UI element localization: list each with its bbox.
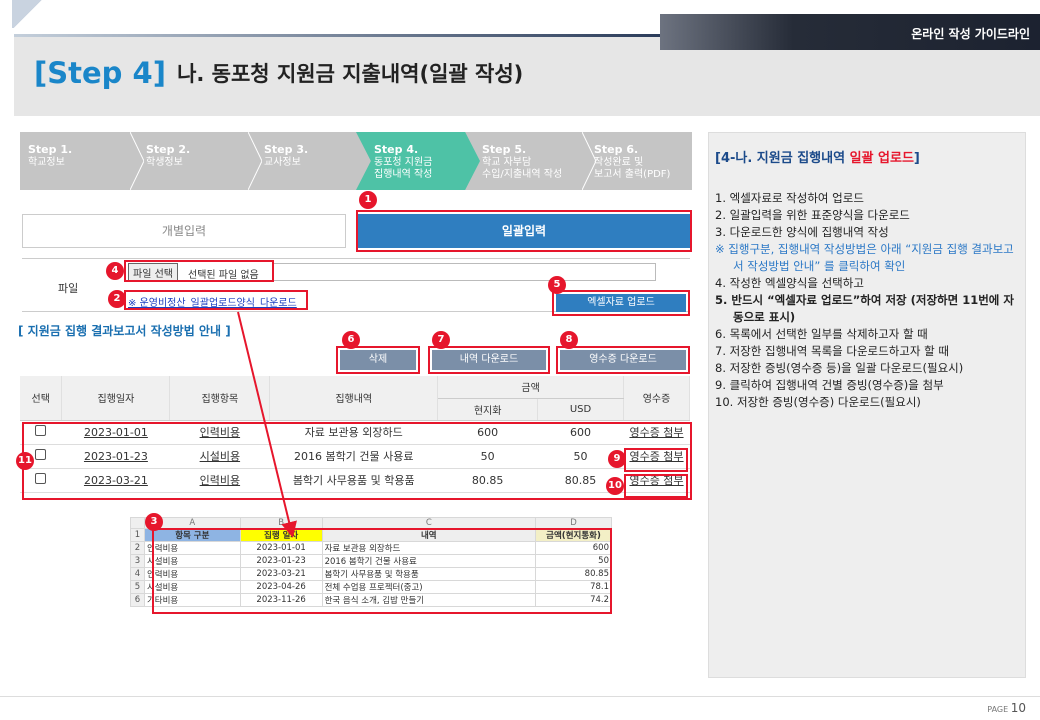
badge-7: 7 — [432, 331, 450, 349]
page-subtitle: 나. 동포청 지원금 지출내역(일괄 작성) — [177, 62, 524, 86]
highlight-bulk-tab — [356, 210, 692, 252]
file-label: 파일 — [58, 282, 79, 295]
highlight-template-link — [124, 290, 308, 310]
file-path-box — [272, 263, 656, 281]
highlight-table-rows — [22, 422, 692, 500]
badge-3: 3 — [145, 513, 163, 531]
step-label: [Step 4] — [34, 56, 166, 90]
col-detail: 집행내역 — [269, 376, 439, 421]
step-4-active[interactable]: Step 4. 동포청 지원금 집행내역 작성 — [356, 132, 480, 190]
col-receipt: 영수증 — [623, 376, 690, 421]
panel-line: 9. 클릭하여 집행내역 건별 증빙(영수증)을 첨부 — [715, 378, 944, 392]
panel-line: 7. 저장한 집행내역 목록을 다운로드하고자 할 때 — [715, 344, 949, 358]
panel-line: 8. 저장한 증빙(영수증 등)을 일괄 다운로드(필요시) — [715, 361, 964, 375]
step-1[interactable]: Step 1. 학교정보 — [20, 132, 132, 190]
step-5[interactable]: Step 5. 학교 자부담 수입/지출내역 작성 — [482, 132, 594, 190]
badge-4: 4 — [106, 262, 124, 280]
badge-6: 6 — [342, 331, 360, 349]
col-item: 집행항목 — [169, 376, 271, 421]
highlight-download-list — [428, 346, 550, 374]
highlight-file-choose — [124, 260, 274, 282]
panel-line: 5. 반드시 “엑셀자료 업로드”하여 저장 (저장하면 11번에 자동으로 표… — [715, 293, 1014, 324]
step-progress-bar: Step 1. 학교정보 Step 2. 학생정보 Step 3. 교사정보 Step… — [20, 132, 692, 190]
badge-5: 5 — [548, 276, 566, 294]
guide-link[interactable]: [ 지원금 집행 결과보고서 작성방법 안내 ] — [18, 322, 231, 339]
col-usd: USD — [537, 398, 625, 421]
instruction-panel: [4-나. 지원금 집행내역 일괄 업로드] 1. 엑셀자료로 작성하여 업로드… — [708, 132, 1026, 678]
chevron-icon — [130, 132, 144, 190]
panel-note: ※ 집행구분, 집행내역 작성방법은 아래 “지원금 집행 결과보고서 작성방법… — [715, 242, 1014, 273]
panel-line: 10. 저장한 증빙(영수증) 다운로드(필요시) — [715, 395, 921, 409]
col-select: 선택 — [20, 376, 63, 421]
tab-individual-input[interactable]: 개별입력 — [22, 214, 346, 248]
badge-1: 1 — [359, 191, 377, 209]
excel-col-c: C — [321, 517, 537, 529]
page-number: PAGE 10 — [987, 701, 1026, 715]
step-2[interactable]: Step 2. 학생정보 — [146, 132, 258, 190]
step-6[interactable]: Step 6. 작성완료 및 보고서 출력(PDF) — [594, 132, 692, 190]
badge-9: 9 — [608, 450, 626, 468]
panel-line: 1. 엑셀자료로 작성하여 업로드 — [715, 191, 864, 205]
highlight-excel — [152, 528, 612, 614]
panel-line: 4. 작성한 엑셀양식을 선택하고 — [715, 276, 864, 290]
badge-8: 8 — [560, 331, 578, 349]
highlight-download-receipt — [556, 346, 690, 374]
chevron-icon — [248, 132, 262, 190]
highlight-receipt-attach — [624, 448, 688, 472]
col-date: 집행일자 — [61, 376, 171, 421]
panel-line: 6. 목록에서 선택한 일부를 삭제하고자 할 때 — [715, 327, 928, 341]
guide-tag: 온라인 작성 가이드라인 — [660, 14, 1040, 50]
badge-11: 11 — [16, 452, 34, 470]
panel-title: [4-나. 지원금 집행내역 일괄 업로드] — [715, 151, 920, 166]
panel-line: 3. 다운로드한 양식에 집행내역 작성 — [715, 225, 889, 239]
col-amount: 금액 — [437, 376, 625, 399]
excel-col-d: D — [535, 517, 612, 529]
page-title: [Step 4] 나. 동포청 지원금 지출내역(일괄 작성) — [34, 56, 523, 90]
col-local: 현지화 — [437, 398, 539, 421]
highlight-upload — [552, 290, 690, 316]
highlight-delete — [336, 346, 420, 374]
excel-col-b: B — [239, 517, 323, 529]
highlight-receipt-download — [624, 474, 688, 498]
step-3[interactable]: Step 3. 교사정보 — [264, 132, 364, 190]
badge-10: 10 — [606, 477, 624, 495]
footer-divider — [0, 696, 1040, 697]
corner-decoration — [12, 0, 44, 28]
panel-line: 2. 일괄입력을 위한 표준양식을 다운로드 — [715, 208, 910, 222]
badge-2: 2 — [108, 290, 126, 308]
